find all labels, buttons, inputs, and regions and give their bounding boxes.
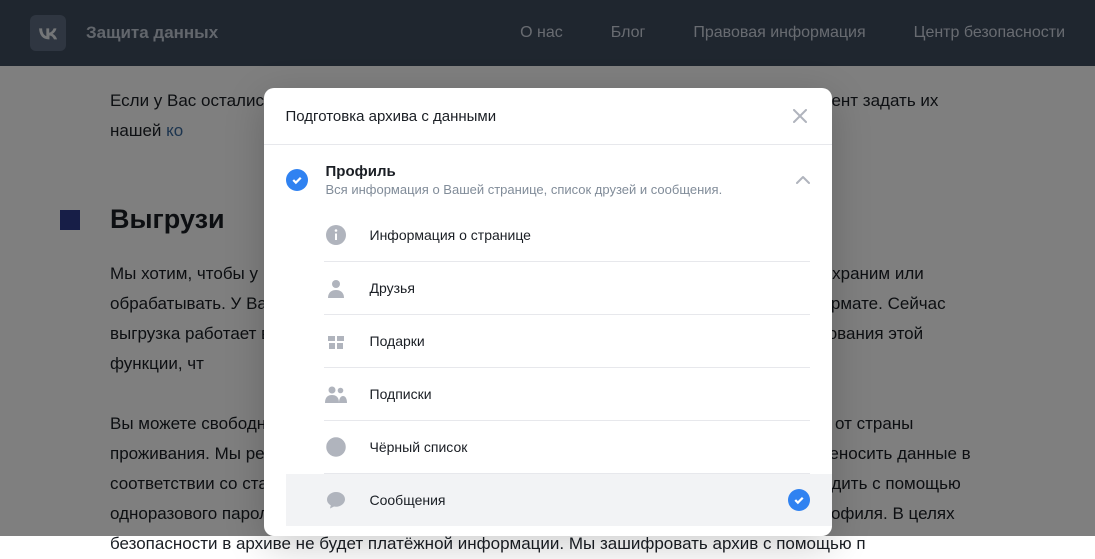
item-page-info[interactable]: Информация о странице (324, 209, 810, 262)
item-blacklist[interactable]: Чёрный список (324, 421, 810, 474)
block-icon (324, 435, 348, 459)
category-desc: Вся информация о Вашей странице, список … (326, 182, 796, 197)
item-messages[interactable]: Сообщения (286, 474, 832, 526)
item-list: Информация о странице Друзья Подарки (264, 209, 832, 536)
modal-overlay[interactable]: Подготовка архива с данными Профиль Вся … (0, 0, 1095, 536)
modal-title: Подготовка архива с данными (286, 108, 497, 125)
group-icon (324, 382, 348, 406)
info-icon (324, 223, 348, 247)
category-name: Профиль (326, 163, 796, 180)
gift-icon (324, 329, 348, 353)
item-subscriptions[interactable]: Подписки (324, 368, 810, 421)
category-profile[interactable]: Профиль Вся информация о Вашей странице,… (264, 145, 832, 209)
item-label: Информация о странице (370, 227, 531, 243)
check-icon (788, 489, 810, 511)
item-label: Сообщения (370, 492, 446, 508)
chevron-up-icon (796, 171, 810, 189)
item-label: Подписки (370, 386, 432, 402)
archive-modal: Подготовка архива с данными Профиль Вся … (264, 88, 832, 536)
item-label: Друзья (370, 280, 415, 296)
check-icon (286, 169, 308, 191)
category-text: Профиль Вся информация о Вашей странице,… (326, 163, 796, 197)
item-selected-check (788, 489, 810, 511)
modal-header: Подготовка архива с данными (264, 88, 832, 145)
item-gifts[interactable]: Подарки (324, 315, 810, 368)
modal-body: Профиль Вся информация о Вашей странице,… (264, 145, 832, 536)
message-icon (324, 488, 348, 512)
close-icon (793, 109, 807, 123)
item-label: Подарки (370, 333, 425, 349)
item-label: Чёрный список (370, 439, 468, 455)
user-icon (324, 276, 348, 300)
item-friends[interactable]: Друзья (324, 262, 810, 315)
close-button[interactable] (790, 106, 810, 126)
